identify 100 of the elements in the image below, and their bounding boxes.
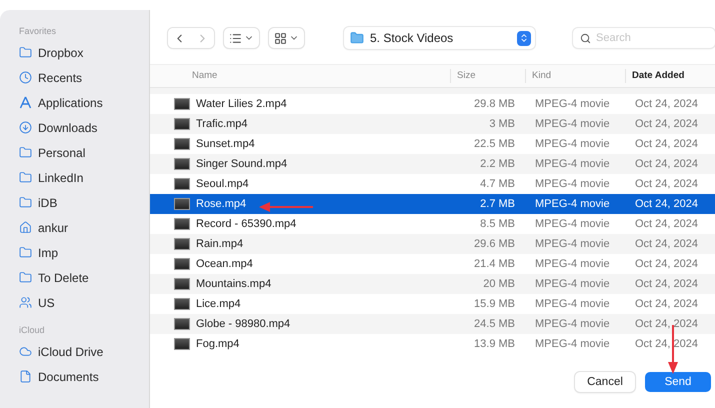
file-size: 20 MB xyxy=(482,278,516,290)
sidebar-item[interactable]: ankur xyxy=(0,215,149,240)
list-view-button[interactable] xyxy=(224,28,259,48)
file-size: 13.9 MB xyxy=(473,338,516,350)
send-button[interactable]: Send xyxy=(645,372,711,392)
video-thumbnail xyxy=(174,178,190,190)
file-date: Oct 24, 2024 xyxy=(634,258,699,270)
file-kind: MPEG-4 movie xyxy=(534,298,611,310)
sidebar-item[interactable]: Imp xyxy=(0,240,149,265)
search-field[interactable]: Search xyxy=(573,28,715,48)
house-icon xyxy=(19,221,32,234)
folder-icon xyxy=(19,246,32,259)
file-name: Record - 65390.mp4 xyxy=(196,218,296,230)
file-kind: MPEG-4 movie xyxy=(534,138,611,150)
video-thumbnail xyxy=(174,118,190,130)
file-date: Oct 24, 2024 xyxy=(634,198,699,210)
sidebar-item[interactable]: iCloud Drive xyxy=(0,339,149,364)
file-name: Trafic.mp4 xyxy=(196,118,248,130)
sidebar-item[interactable]: Recents xyxy=(0,65,149,90)
video-thumbnail xyxy=(174,258,190,270)
sidebar-item[interactable]: Downloads xyxy=(0,115,149,140)
sidebar-item[interactable]: Personal xyxy=(0,140,149,165)
folder-icon xyxy=(19,271,32,284)
sidebar-section-title: Favorites xyxy=(18,25,58,38)
document-icon xyxy=(19,370,32,383)
video-thumbnail xyxy=(174,158,190,170)
arrow-annotation xyxy=(259,202,313,212)
clock-icon xyxy=(19,71,32,84)
back-button[interactable] xyxy=(168,28,191,48)
video-thumbnail xyxy=(174,278,190,290)
file-kind: MPEG-4 movie xyxy=(534,178,611,190)
file-name: Seoul.mp4 xyxy=(196,178,249,190)
file-date: Oct 24, 2024 xyxy=(634,158,699,170)
video-thumbnail xyxy=(174,298,190,310)
file-kind: MPEG-4 movie xyxy=(534,278,611,290)
video-thumbnail xyxy=(174,138,190,150)
file-name: Ocean.mp4 xyxy=(196,258,253,270)
cloud-icon xyxy=(19,345,32,358)
file-date: Oct 24, 2024 xyxy=(634,138,699,150)
file-date: Oct 24, 2024 xyxy=(634,318,699,330)
file-kind: MPEG-4 movie xyxy=(534,238,611,250)
file-date: Oct 24, 2024 xyxy=(634,178,699,190)
search-icon xyxy=(580,33,591,44)
file-name: Fog.mp4 xyxy=(196,338,240,350)
file-date: Oct 24, 2024 xyxy=(634,338,699,350)
folder-icon xyxy=(19,171,32,184)
grid-view-button[interactable] xyxy=(269,28,304,48)
file-size: 29.6 MB xyxy=(473,238,516,250)
file-name: Water Lilies 2.mp4 xyxy=(196,98,287,110)
file-size: 2.2 MB xyxy=(479,158,516,170)
file-row[interactable]: Singer Sound.mp4 2.2 MB MPEG-4 movie Oct 24, 2024 xyxy=(150,154,715,174)
sidebar-item[interactable]: iDB xyxy=(0,190,149,215)
sidebar-item[interactable]: Dropbox xyxy=(0,40,149,65)
location-popup[interactable]: 5. Stock Videos xyxy=(344,27,535,49)
applications-icon xyxy=(19,96,32,109)
grid-icon xyxy=(274,32,287,44)
video-thumbnail xyxy=(174,218,190,230)
file-row[interactable]: Trafic.mp4 3 MB MPEG-4 movie Oct 24, 2024 xyxy=(150,114,715,134)
folder-icon xyxy=(350,31,364,45)
file-date: Oct 24, 2024 xyxy=(634,238,699,250)
file-row[interactable]: Globe - 98980.mp4 24.5 MB MPEG-4 movie Oct 24, 2024 xyxy=(150,314,715,334)
file-size: 8.5 MB xyxy=(479,218,516,230)
file-kind: MPEG-4 movie xyxy=(534,258,611,270)
video-thumbnail xyxy=(174,318,190,330)
folder-icon xyxy=(19,46,32,59)
video-thumbnail xyxy=(174,198,190,210)
file-kind: MPEG-4 movie xyxy=(534,218,611,230)
file-name: Globe - 98980.mp4 xyxy=(196,318,290,330)
file-kind: MPEG-4 movie xyxy=(534,198,611,210)
sidebar-item[interactable]: Applications xyxy=(0,90,149,115)
file-date: Oct 24, 2024 xyxy=(634,218,699,230)
file-size: 4.7 MB xyxy=(479,178,516,190)
file-date: Oct 24, 2024 xyxy=(634,98,699,110)
file-size: 15.9 MB xyxy=(473,298,516,310)
file-date: Oct 24, 2024 xyxy=(634,118,699,130)
cancel-button[interactable]: Cancel xyxy=(575,372,635,392)
file-name: Rain.mp4 xyxy=(196,238,244,250)
file-kind: MPEG-4 movie xyxy=(534,98,611,110)
video-thumbnail xyxy=(174,238,190,250)
sidebar-item[interactable]: LinkedIn xyxy=(0,165,149,190)
file-size: 3 MB xyxy=(488,118,516,130)
file-size: 24.5 MB xyxy=(473,318,516,330)
file-kind: MPEG-4 movie xyxy=(534,158,611,170)
sidebar-item[interactable]: US xyxy=(0,290,149,315)
people-icon xyxy=(19,296,32,309)
file-date: Oct 24, 2024 xyxy=(634,278,699,290)
column-header[interactable]: Date Added xyxy=(625,69,715,83)
file-name: Rose.mp4 xyxy=(196,198,246,210)
file-size: 29.8 MB xyxy=(473,98,516,110)
list-icon xyxy=(229,32,242,44)
folder-icon xyxy=(19,196,32,209)
sidebar-item[interactable]: To Delete xyxy=(0,265,149,290)
file-row[interactable]: Rose.mp4 2.7 MB MPEG-4 movie Oct 24, 2024 xyxy=(150,194,715,214)
file-date: Oct 24, 2024 xyxy=(634,298,699,310)
sidebar-item[interactable]: Documents xyxy=(0,364,149,389)
file-size: 21.4 MB xyxy=(473,258,516,270)
file-name: Sunset.mp4 xyxy=(196,138,255,150)
file-row[interactable]: Rain.mp4 29.6 MB MPEG-4 movie Oct 24, 2024 xyxy=(150,234,715,254)
video-thumbnail xyxy=(174,338,190,350)
file-row[interactable]: Mountains.mp4 20 MB MPEG-4 movie Oct 24, 2024 xyxy=(150,274,715,294)
